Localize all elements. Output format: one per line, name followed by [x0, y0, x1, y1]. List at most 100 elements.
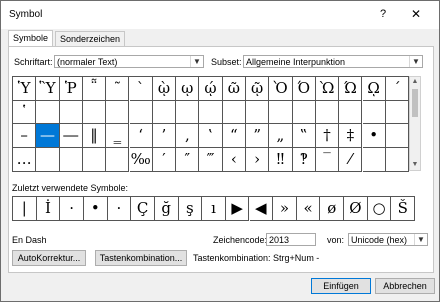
recent-symbol-cell[interactable]: ◀	[249, 197, 274, 221]
recent-symbol-cell[interactable]: ı	[202, 197, 226, 221]
symbol-grid[interactable]: Ὑ Ὓ Ῥ ῁ ῀ ` ῲ ῳ ῴ ῶ ῷ Ὸ Ό Ὼ Ώ ῼ ´ ῾ – — ― ‖ ‗ ‘’ ‚ ‛ “” „ ‟ † ‡ • … ‰ ′ ″ ‴ ‹…	[12, 76, 410, 172]
scroll-thumb[interactable]	[412, 89, 418, 117]
shortcut-key-button[interactable]: Tastenkombination...	[95, 250, 187, 266]
symbol-cell[interactable]	[176, 100, 200, 125]
symbol-cell[interactable]	[106, 100, 130, 125]
symbol-cell[interactable]	[59, 100, 83, 125]
symbol-cell[interactable]	[106, 148, 130, 172]
chevron-down-icon[interactable]: ▼	[414, 234, 427, 245]
font-select[interactable]: (normaler Text) ▼	[54, 55, 204, 68]
symbol-cell[interactable]	[36, 148, 60, 172]
symbol-cell[interactable]	[82, 148, 107, 172]
symbol-cell[interactable]	[362, 100, 386, 125]
symbol-cell[interactable]: –	[13, 124, 37, 149]
symbol-cell[interactable]: ῳ	[176, 77, 200, 101]
help-button[interactable]: ?	[373, 5, 393, 23]
symbol-cell[interactable]: ‼	[269, 148, 293, 172]
symbol-cell[interactable]: †	[315, 124, 340, 149]
recent-symbol-cell[interactable]: Ø	[344, 197, 368, 221]
recent-symbol-cell[interactable]: ğ	[154, 197, 179, 221]
chevron-down-icon[interactable]: ▼	[409, 56, 422, 67]
symbol-cell[interactable]: ‹	[222, 148, 246, 172]
symbol-cell[interactable]: Ώ	[339, 77, 363, 101]
from-select[interactable]: Unicode (hex) ▼	[348, 233, 428, 246]
symbol-cell[interactable]: ′	[152, 148, 177, 172]
symbol-cell[interactable]: —	[36, 124, 60, 149]
charcode-input[interactable]: 2013	[266, 233, 316, 246]
symbol-cell[interactable]: ‾	[315, 148, 340, 172]
recent-symbol-cell[interactable]: ø	[320, 197, 345, 221]
recent-symbol-cell[interactable]: ○	[367, 197, 392, 221]
symbol-cell[interactable]: „	[269, 124, 293, 149]
symbol-cell[interactable]: ῀	[106, 77, 130, 101]
symbol-cell[interactable]: Ῥ	[59, 77, 83, 101]
cancel-button[interactable]: Abbrechen	[375, 278, 435, 294]
grid-scrollbar[interactable]: ▲ ▼	[409, 76, 421, 171]
symbol-cell[interactable]	[222, 100, 246, 125]
symbol-cell[interactable]: ῾	[13, 100, 37, 125]
symbol-cell[interactable]: Ὑ	[13, 77, 37, 101]
symbol-cell[interactable]: ‖	[82, 124, 107, 149]
symbol-cell[interactable]: ‘	[129, 124, 153, 149]
symbol-cell[interactable]: “	[222, 124, 246, 149]
symbol-cell[interactable]	[292, 100, 316, 125]
symbol-cell[interactable]	[362, 148, 386, 172]
symbol-cell[interactable]: ‚	[176, 124, 200, 149]
symbol-cell[interactable]	[36, 100, 60, 125]
symbol-cell[interactable]	[59, 148, 83, 172]
recent-symbol-cell[interactable]: »	[273, 197, 297, 221]
symbol-cell[interactable]: ´	[385, 77, 410, 101]
symbol-cell[interactable]: ’	[152, 124, 177, 149]
symbol-cell[interactable]: ⁄	[339, 148, 363, 172]
subset-select[interactable]: Allgemeine Interpunktion ▼	[243, 55, 423, 68]
symbol-cell[interactable]	[152, 100, 177, 125]
recent-symbol-cell[interactable]: ·	[60, 197, 84, 221]
symbol-cell[interactable]: ‛	[199, 124, 223, 149]
recent-symbol-cell[interactable]: Š	[391, 197, 416, 221]
recent-symbol-cell[interactable]: «	[296, 197, 321, 221]
symbol-cell[interactable]: Ὓ	[36, 77, 60, 101]
recent-symbol-cell[interactable]: |	[13, 197, 37, 221]
symbol-cell[interactable]	[129, 100, 153, 125]
symbol-cell[interactable]	[385, 148, 410, 172]
scroll-down-icon[interactable]: ▼	[410, 160, 420, 170]
symbol-cell[interactable]: Ὸ	[269, 77, 293, 101]
symbol-cell[interactable]: ῶ	[222, 77, 246, 101]
scroll-up-icon[interactable]: ▲	[410, 77, 420, 87]
insert-button[interactable]: Einfügen	[311, 278, 371, 294]
symbol-cell[interactable]: `	[129, 77, 153, 101]
symbol-cell[interactable]: ‟	[292, 124, 316, 149]
symbol-cell[interactable]: ―	[59, 124, 83, 149]
close-icon[interactable]: ✕	[406, 5, 426, 23]
symbol-cell[interactable]	[269, 100, 293, 125]
symbol-cell[interactable]	[385, 100, 410, 125]
symbol-cell[interactable]: •	[362, 124, 386, 149]
symbol-cell[interactable]: ‰	[129, 148, 153, 172]
symbol-cell[interactable]	[385, 124, 410, 149]
symbol-cell[interactable]: ‽	[292, 148, 316, 172]
symbol-cell[interactable]	[315, 100, 340, 125]
symbol-cell[interactable]: ›	[246, 148, 270, 172]
autocorrect-button[interactable]: AutoKorrektur...	[12, 250, 86, 266]
symbol-cell[interactable]: ‗	[106, 124, 130, 149]
symbol-cell[interactable]: …	[13, 148, 37, 172]
recent-symbol-cell[interactable]: İ	[36, 197, 61, 221]
recent-symbol-cell[interactable]: ▶	[225, 197, 250, 221]
recent-symbol-cell[interactable]: ş	[178, 197, 203, 221]
symbol-cell[interactable]: ″	[176, 148, 200, 172]
symbol-cell[interactable]: Ό	[292, 77, 316, 101]
symbol-cell[interactable]	[246, 100, 270, 125]
symbol-cell[interactable]: ῴ	[199, 77, 223, 101]
symbol-cell[interactable]: ῼ	[362, 77, 386, 101]
tab-symbole[interactable]: Symbole	[8, 30, 54, 47]
symbol-cell[interactable]: ‴	[199, 148, 223, 172]
symbol-cell[interactable]	[339, 100, 363, 125]
recent-symbols[interactable]: | İ · • · Çğ ş ı ▶ ◀» «ø Ø ○ Š	[12, 196, 416, 221]
symbol-cell[interactable]	[82, 100, 107, 125]
recent-symbol-cell[interactable]: Ç	[131, 197, 155, 221]
tab-sonderzeichen[interactable]: Sonderzeichen	[55, 31, 125, 46]
symbol-cell[interactable]: Ὼ	[315, 77, 340, 101]
symbol-cell[interactable]: ”	[246, 124, 270, 149]
symbol-cell[interactable]: ῲ	[152, 77, 177, 101]
symbol-cell[interactable]	[199, 100, 223, 125]
